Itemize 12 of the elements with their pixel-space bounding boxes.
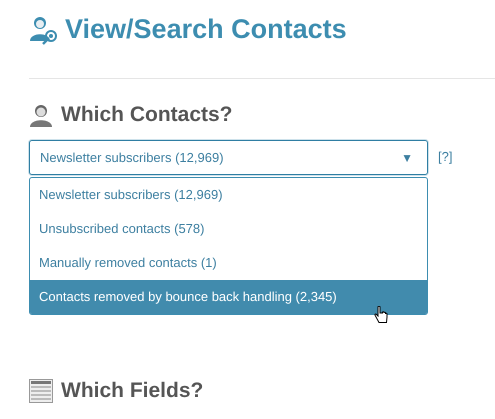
person-icon xyxy=(29,103,53,127)
dropdown-option[interactable]: Newsletter subscribers (12,969) xyxy=(30,178,427,212)
contacts-dropdown[interactable]: Newsletter subscribers (12,969) ▼ xyxy=(29,140,428,175)
section-heading: Which Contacts? xyxy=(61,103,232,127)
help-link[interactable]: [?] xyxy=(438,149,452,164)
contact-search-icon xyxy=(29,14,59,44)
dropdown-option[interactable]: Unsubscribed contacts (578) xyxy=(30,212,427,246)
dropdown-option[interactable]: Contacts removed by bounce back handling (2,345) xyxy=(30,280,427,314)
table-icon xyxy=(29,379,53,403)
page-title: View/Search Contacts xyxy=(65,14,347,45)
dropdown-option[interactable]: Manually removed contacts (1) xyxy=(30,246,427,280)
section-heading: Which Fields? xyxy=(61,379,204,403)
